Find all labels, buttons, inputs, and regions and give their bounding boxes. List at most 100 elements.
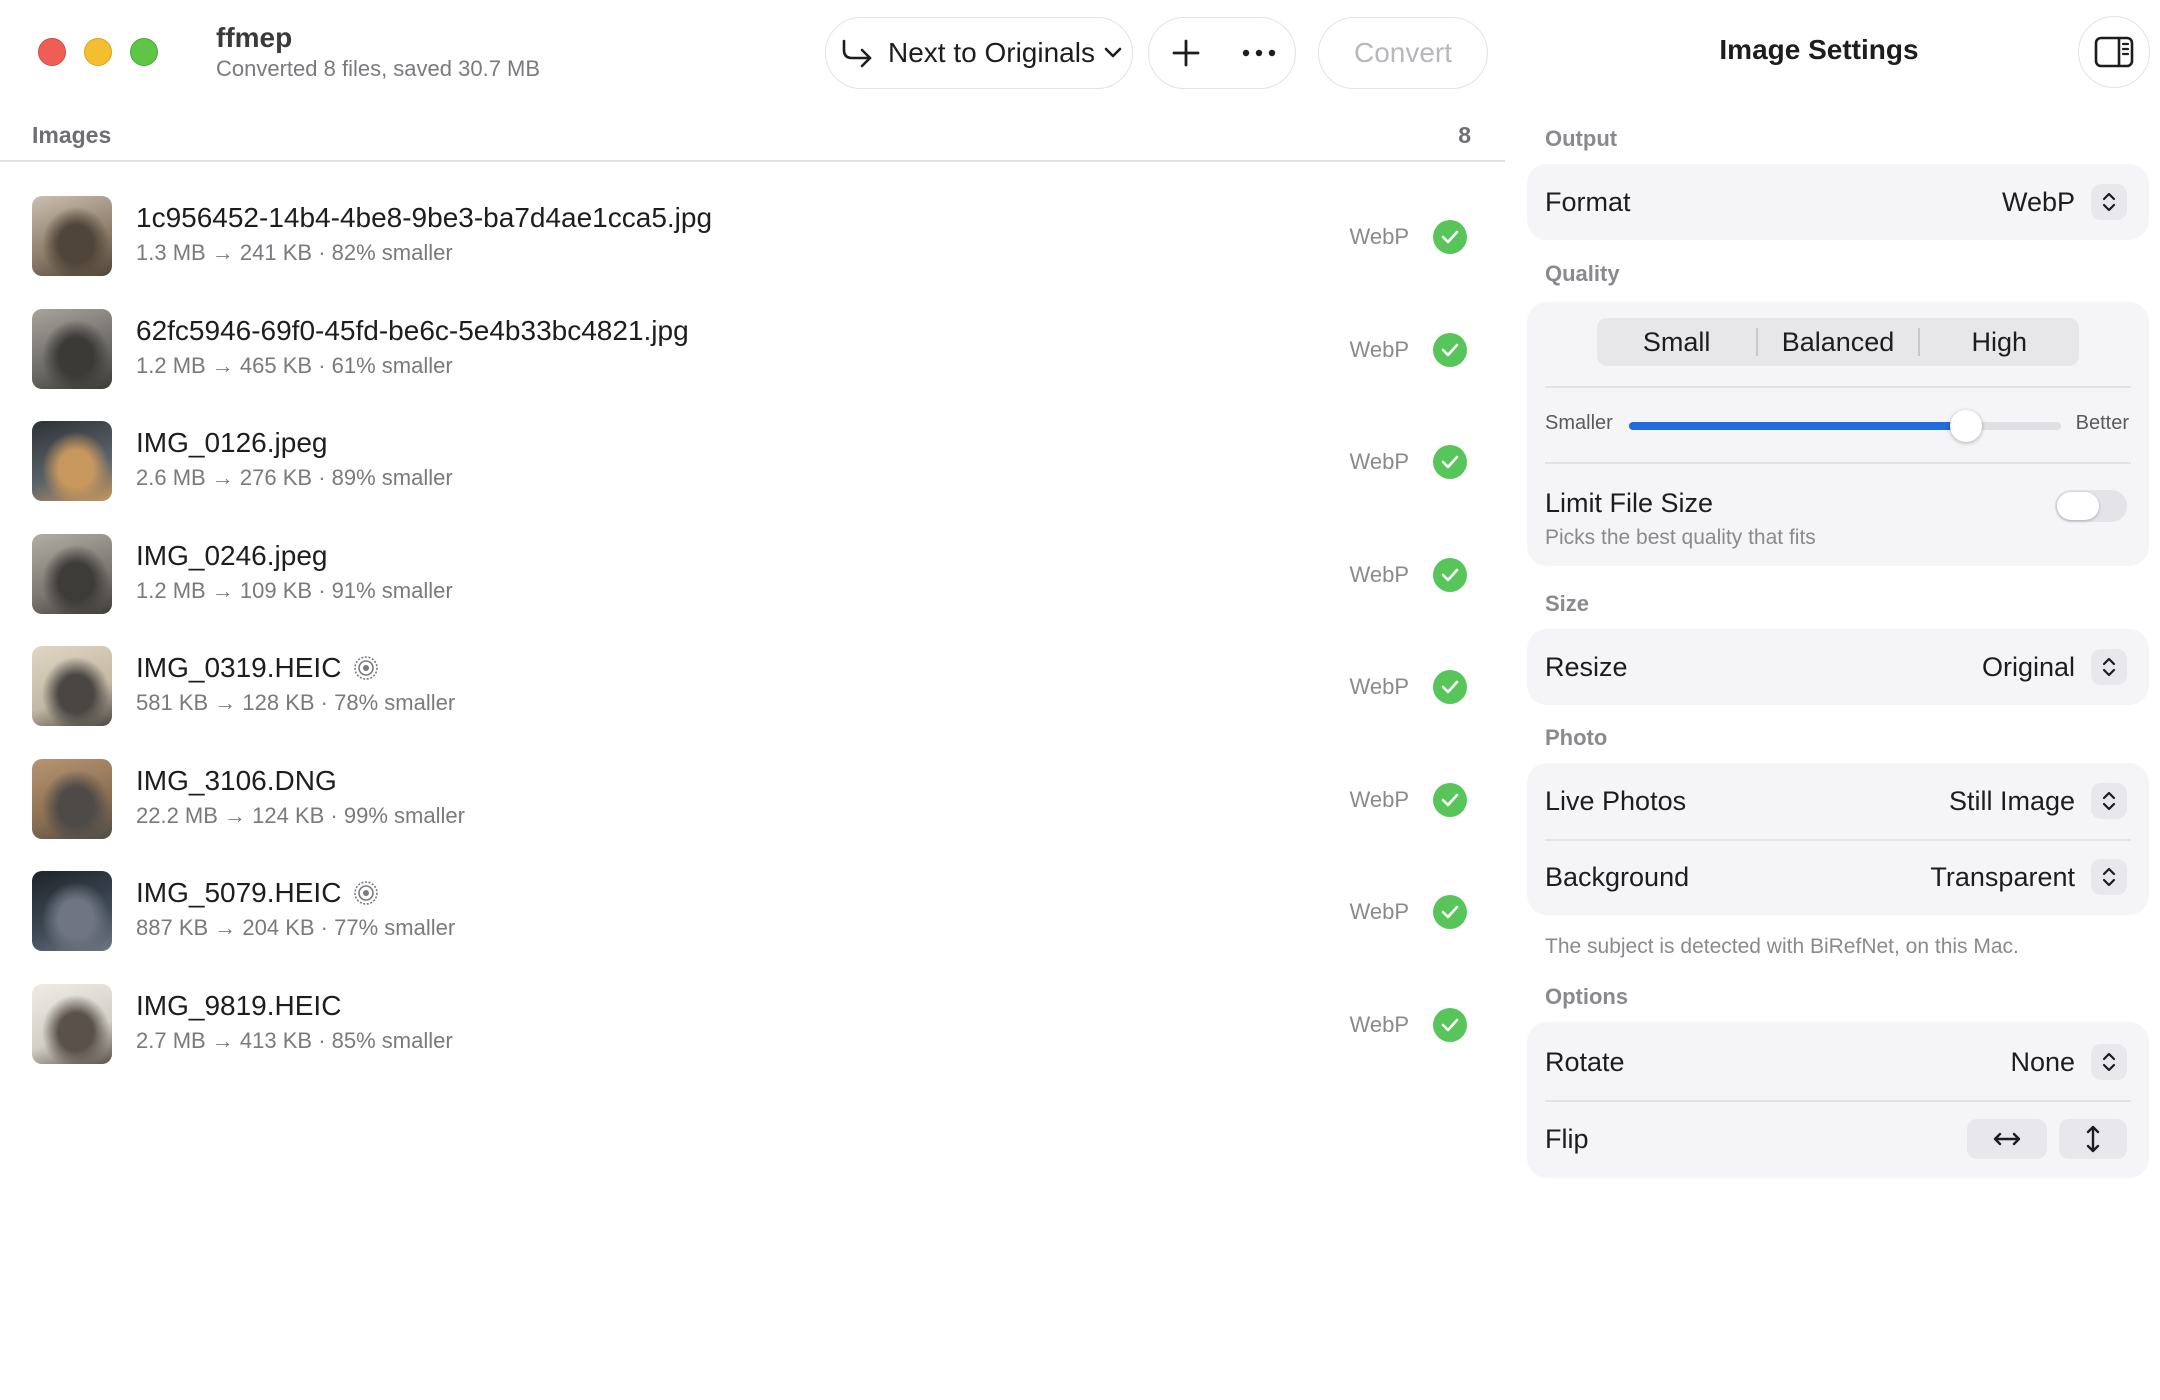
file-row[interactable]: IMG_9819.HEIC 2.7 MB → 413 KB · 85% small…: [0, 968, 1505, 1081]
file-list-pane: ffmep Converted 8 files, saved 30.7 MB N…: [0, 0, 1505, 1400]
resize-popup-button[interactable]: [2091, 649, 2127, 685]
file-row[interactable]: IMG_5079.HEIC 887 KB → 204 KB · 77% small…: [0, 855, 1505, 968]
limit-file-size-row: Limit File Size Picks the best quality t…: [1527, 464, 2149, 566]
file-name-line: IMG_0246.jpeg: [136, 540, 327, 572]
checkmark-icon: [1433, 332, 1467, 367]
output-format: WebP: [1349, 224, 1409, 249]
sidebar-right-icon: [2094, 36, 2134, 68]
file-size-summary: 2.6 MB → 276 KB · 89% smaller: [136, 465, 453, 490]
output-format: WebP: [1349, 674, 1409, 699]
checkmark-icon: [1433, 220, 1467, 254]
format-row[interactable]: Format WebP: [1527, 164, 2149, 240]
background-row[interactable]: Background Transparent: [1527, 839, 2149, 915]
resize-label: Resize: [1545, 651, 1628, 682]
live-photos-label: Live Photos: [1545, 785, 1687, 816]
quality-small-option[interactable]: Small: [1597, 327, 1756, 358]
destination-menu-button[interactable]: Next to Originals: [825, 17, 1133, 89]
file-name: 1c956452-14b4-4be8-9be3-ba7d4ae1cca5.jpg: [136, 202, 713, 233]
format-label: Format: [1545, 186, 1631, 217]
file-thumbnail: [32, 646, 112, 726]
more-options-button[interactable]: [1229, 23, 1289, 83]
quality-high-option[interactable]: High: [1920, 327, 2079, 358]
close-window-button[interactable]: [38, 38, 66, 66]
output-section-label: Output: [1545, 126, 1618, 151]
limit-file-size-toggle[interactable]: [2055, 490, 2127, 522]
file-row[interactable]: IMG_0246.jpeg 1.2 MB → 109 KB · 91% small…: [0, 518, 1505, 631]
rotate-row[interactable]: Rotate None: [1527, 1024, 2149, 1100]
file-thumbnail: [32, 308, 112, 389]
file-count: 8: [1458, 122, 1471, 148]
redirect-arrow-icon: [842, 39, 872, 68]
list-title: Images: [32, 122, 112, 148]
checkmark-icon: [1433, 445, 1467, 479]
live-photos-value: Still Image: [1948, 785, 2075, 816]
file-name: 62fc5946-69f0-45fd-be6c-5e4b33bc4821.jpg: [136, 314, 689, 346]
add-files-button[interactable]: [1156, 23, 1216, 83]
up-down-chevron-icon: [2102, 192, 2116, 212]
slider-max-label: Better: [2075, 412, 2129, 434]
file-size-summary: 22.2 MB → 124 KB · 99% smaller: [136, 802, 465, 828]
output-format: WebP: [1349, 561, 1409, 587]
file-name: IMG_9819.HEIC: [136, 989, 342, 1021]
options-section-label: Options: [1545, 984, 1629, 1009]
toggle-inspector-button[interactable]: [2078, 16, 2150, 88]
file-row[interactable]: IMG_3106.DNG 22.2 MB → 124 KB · 99% small…: [0, 743, 1505, 856]
file-thumbnail: [32, 533, 112, 614]
app-title: ffmep: [216, 22, 293, 53]
convert-button[interactable]: Convert: [1318, 17, 1488, 89]
options-group: Rotate None Flip: [1527, 1022, 2149, 1178]
output-format: WebP: [1349, 336, 1409, 362]
quality-balanced-option[interactable]: Balanced: [1758, 327, 1917, 358]
output-group: Format WebP: [1527, 164, 2149, 240]
flip-horizontal-button[interactable]: [1967, 1119, 2047, 1159]
output-format: WebP: [1349, 1011, 1409, 1037]
checkmark-icon: [1433, 1007, 1467, 1042]
size-group: Resize Original: [1527, 629, 2149, 705]
divider: [1545, 386, 2131, 388]
file-name-line: IMG_0319.HEIC: [136, 652, 379, 684]
file-size-summary: 1.2 MB → 465 KB · 61% smaller: [136, 352, 453, 378]
file-row[interactable]: 1c956452-14b4-4be8-9be3-ba7d4ae1cca5.jpg…: [0, 180, 1505, 293]
up-down-chevron-icon: [2102, 867, 2116, 887]
file-thumbnail: [32, 421, 112, 501]
flip-vertical-button[interactable]: [2059, 1119, 2127, 1159]
quality-slider-knob[interactable]: [1949, 410, 1982, 442]
background-popup-button[interactable]: [2091, 859, 2127, 895]
file-name-line: 1c956452-14b4-4be8-9be3-ba7d4ae1cca5.jpg: [136, 202, 712, 234]
file-list: 1c956452-14b4-4be8-9be3-ba7d4ae1cca5.jpg…: [0, 180, 1505, 1080]
plus-icon: [1172, 39, 1199, 67]
file-row[interactable]: IMG_0126.jpeg 2.6 MB → 276 KB · 89% small…: [0, 405, 1505, 518]
checkmark-icon: [1433, 557, 1467, 592]
file-name: IMG_0126.jpeg: [136, 427, 328, 458]
inspector-pane: Image Settings Output Format WebP Qualit…: [1505, 0, 2160, 1400]
minimize-window-button[interactable]: [84, 38, 112, 66]
live-photos-popup-button[interactable]: [2091, 783, 2127, 819]
flip-label: Flip: [1545, 1123, 1589, 1154]
rotate-label: Rotate: [1545, 1046, 1625, 1077]
file-row[interactable]: 62fc5946-69f0-45fd-be6c-5e4b33bc4821.jpg…: [0, 293, 1505, 406]
file-size-summary: 2.7 MB → 413 KB · 85% smaller: [136, 1027, 453, 1053]
zoom-window-button[interactable]: [130, 38, 158, 66]
format-popup-button[interactable]: [2091, 184, 2127, 220]
live-photos-row[interactable]: Live Photos Still Image: [1527, 763, 2149, 839]
quality-slider[interactable]: [1629, 410, 2061, 442]
file-thumbnail: [32, 196, 112, 276]
resize-row[interactable]: Resize Original: [1527, 629, 2149, 705]
window-controls: [38, 38, 158, 66]
rotate-popup-button[interactable]: [2091, 1044, 2127, 1080]
quality-preset-control: Small Balanced High: [1597, 318, 2079, 366]
output-format: WebP: [1349, 786, 1409, 812]
file-thumbnail: [32, 871, 112, 951]
file-name: IMG_0246.jpeg: [136, 539, 328, 571]
file-name-line: IMG_3106.DNG: [136, 765, 337, 797]
checkmark-icon: [1433, 670, 1467, 704]
toggle-knob: [2057, 492, 2099, 520]
limit-file-size-description: Picks the best quality that fits: [1545, 526, 1816, 549]
up-down-chevron-icon: [2102, 791, 2116, 811]
vertical-arrows-icon: [2086, 1125, 2100, 1153]
rotate-value: None: [2010, 1046, 2075, 1077]
checkmark-icon: [1433, 895, 1467, 929]
photo-section-label: Photo: [1545, 725, 1608, 750]
file-row[interactable]: IMG_0319.HEIC 581 KB → 128 KB · 78% small…: [0, 630, 1505, 743]
background-value: Transparent: [1930, 861, 2075, 892]
